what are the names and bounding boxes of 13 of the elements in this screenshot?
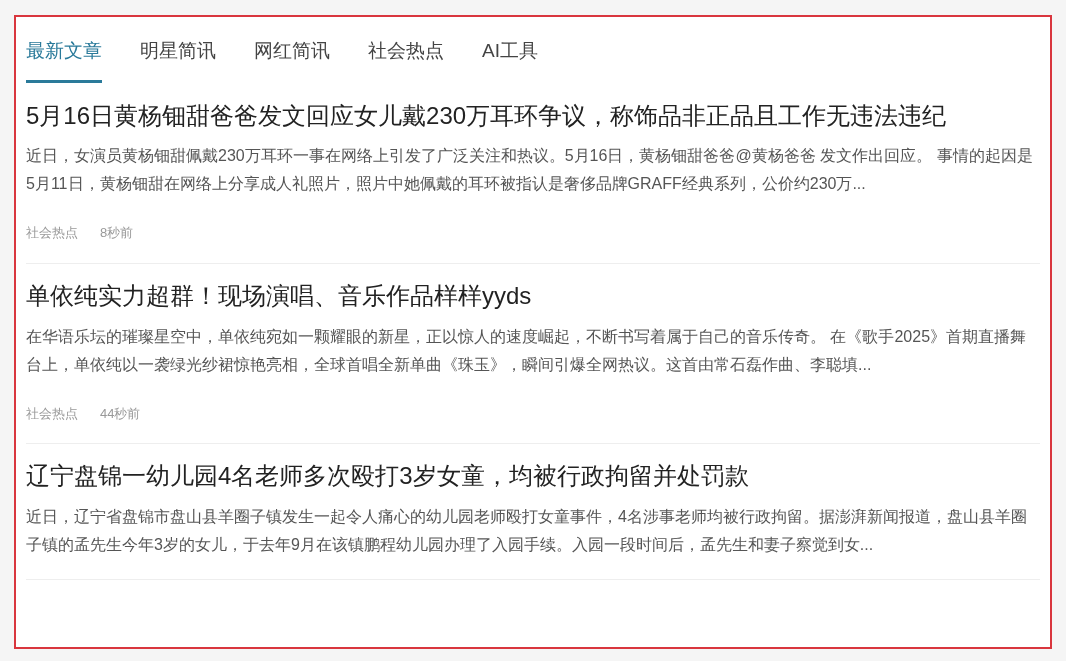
article-time: 44秒前 xyxy=(100,404,141,423)
article-title[interactable]: 单依纯实力超群！现场演唱、音乐作品样样yyds xyxy=(26,281,1040,311)
article-excerpt: 在华语乐坛的璀璨星空中，单依纯宛如一颗耀眼的新星，正以惊人的速度崛起，不断书写着属于自己的音乐传奇。 在《歌手2025》首期直播舞台上，单依纯以一袭绿光纱裙惊艳亮相，全球首唱全新单曲《珠玉》，瞬间引爆全网热议。这首由常石磊作曲、李聪填... xyxy=(26,326,1028,375)
article-excerpt: 近日，女演员黄杨钿甜佩戴230万耳环一事在网络上引发了广泛关注和热议。5月16日，黄杨钿甜爸爸@黄杨爸爸 发文作出回应。 事情的起因是5月11日，黄杨钿甜在网络上分享成人礼照片，照片中她佩戴的耳环被指认是奢侈品牌GRAFF经典系列，公价约230万... xyxy=(26,146,1034,195)
category-tab[interactable]: 最新文章 xyxy=(26,17,102,83)
category-tab[interactable]: 明星简讯 xyxy=(140,17,216,83)
article-excerpt: 近日，辽宁省盘锦市盘山县羊圈子镇发生一起令人痛心的幼儿园老师殴打女童事件，4名涉事老师均被行政拘留。据澎湃新闻报道，盘山县羊圈子镇的孟先生今年3岁的女儿，于去年9月在该镇鹏程幼儿园办理了入园手续。入园一段时间后，孟先生和妻子察觉到女... xyxy=(26,506,1028,555)
article-time: 8秒前 xyxy=(100,224,134,243)
article-title[interactable]: 5月16日黄杨钿甜爸爸发文回应女儿戴230万耳环争议，称饰品非正品且工作无违法违纪 xyxy=(26,101,1040,131)
category-tab[interactable]: 社会热点 xyxy=(368,17,444,83)
article-title[interactable]: 辽宁盘锦一幼儿园4名老师多次殴打3岁女童，均被行政拘留并处罚款 xyxy=(26,462,1040,491)
category-tab[interactable]: 网红简讯 xyxy=(254,17,330,83)
category-tab[interactable]: AI工具 xyxy=(482,17,538,83)
